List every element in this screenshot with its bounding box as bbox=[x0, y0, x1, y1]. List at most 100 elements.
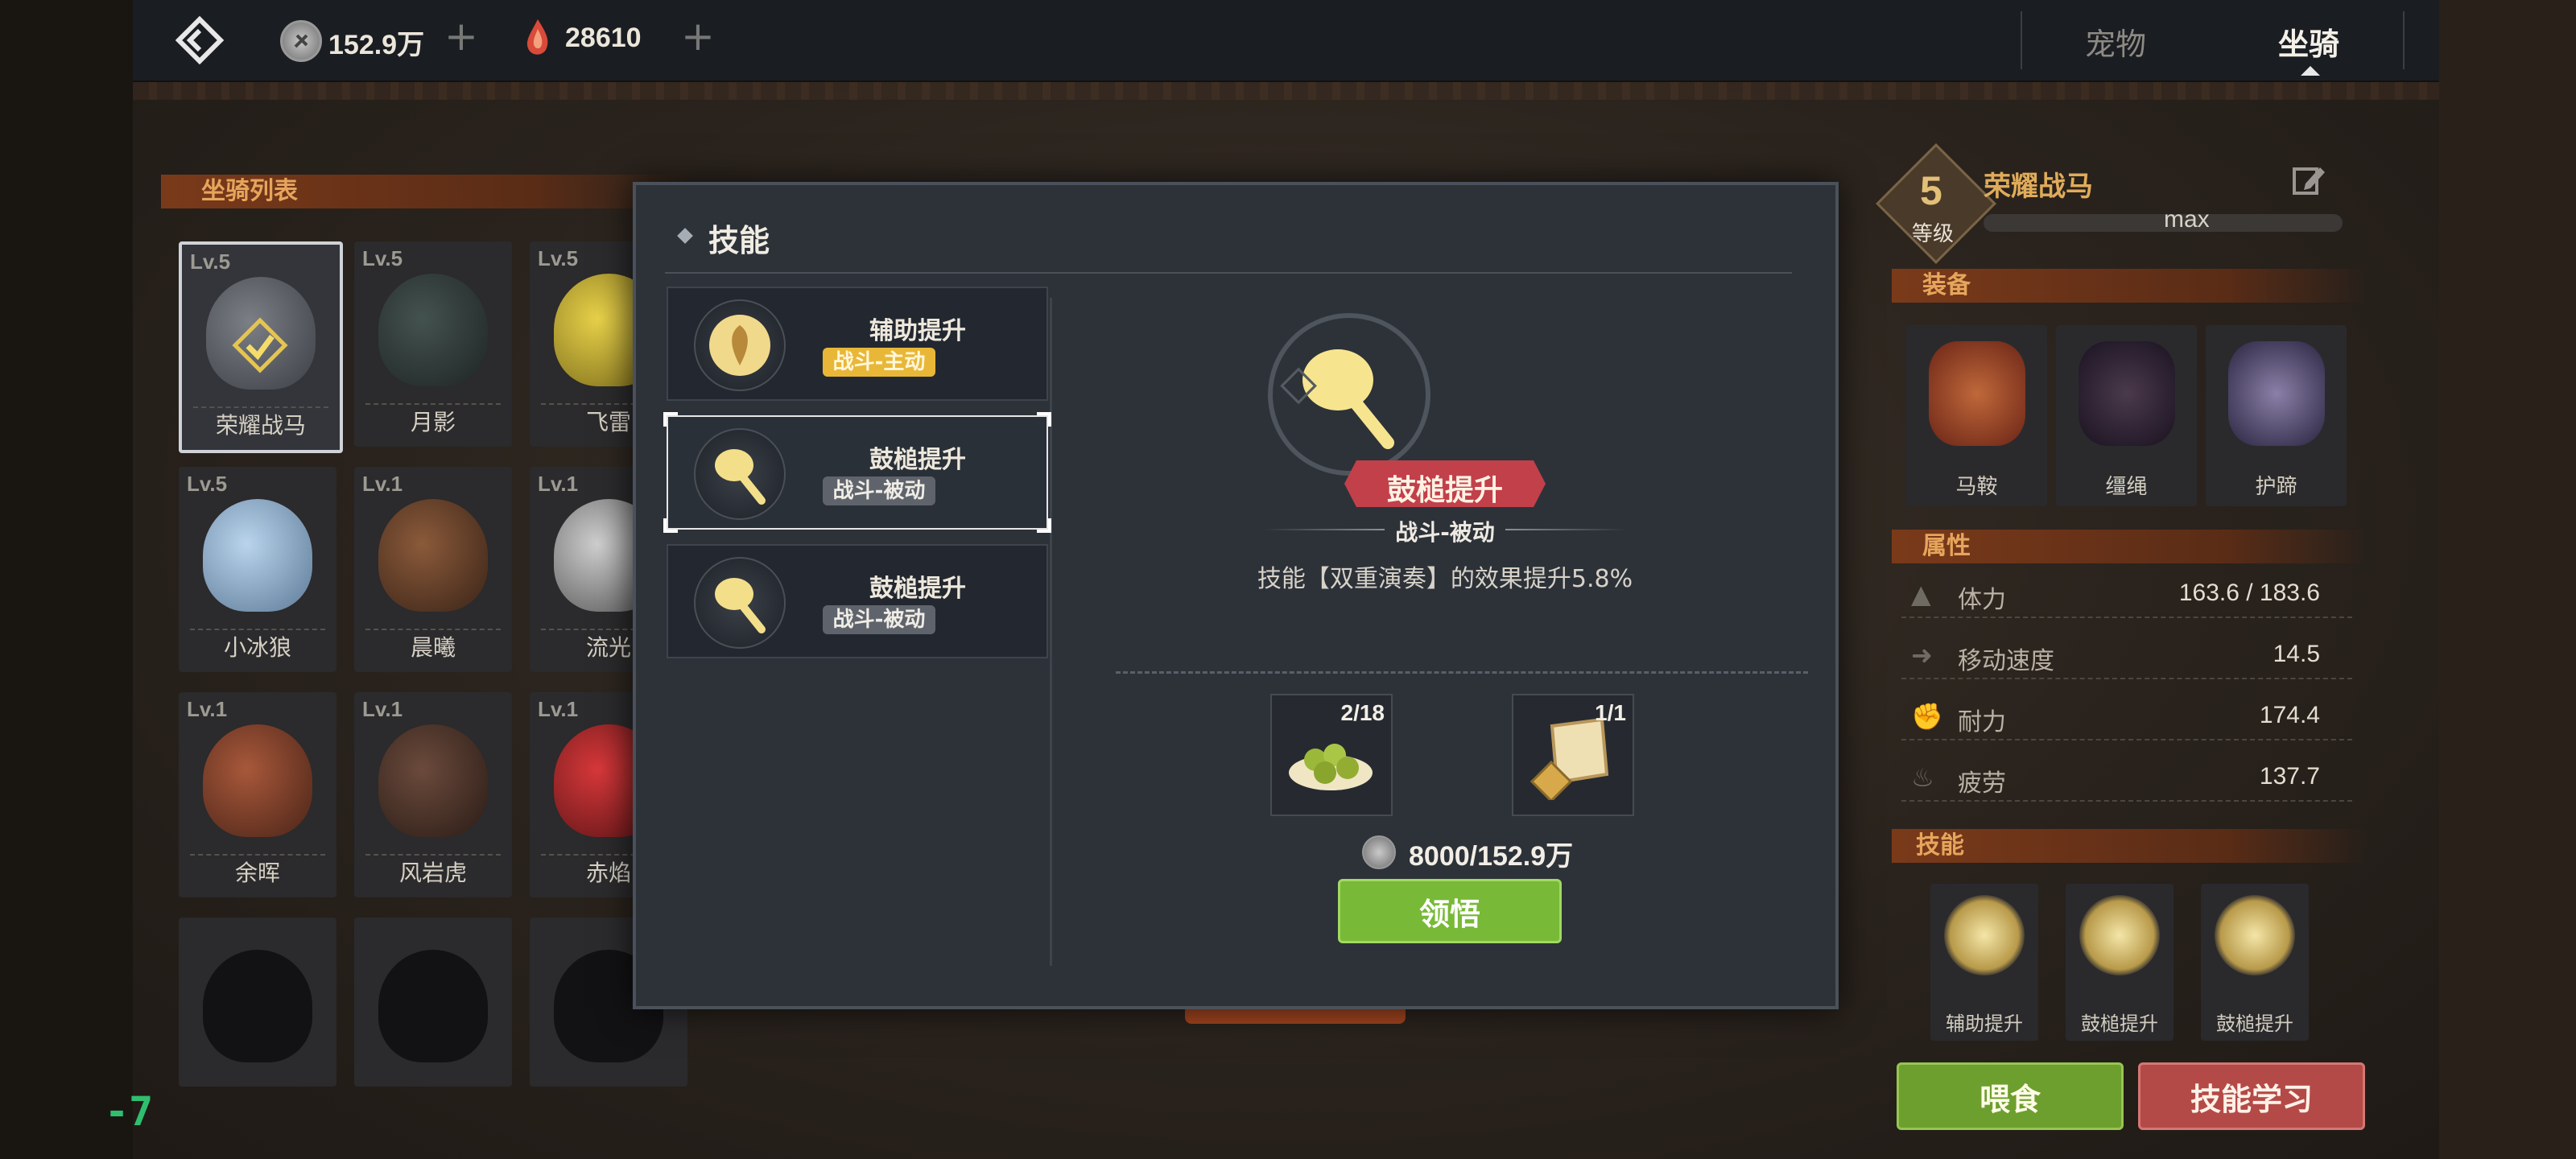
skill-list-item[interactable]: 鼓槌提升 战斗-被动 bbox=[667, 544, 1048, 658]
fatigue-icon: ♨ bbox=[1911, 762, 1934, 793]
equipment-label: 缰绳 bbox=[2105, 475, 2148, 499]
type-line-right bbox=[1505, 529, 1626, 530]
attributes-header: 属性 bbox=[1892, 530, 2367, 563]
mount-level: Lv.1 bbox=[362, 472, 403, 496]
stat-value: 163.6 / 183.6 bbox=[2178, 580, 2320, 606]
skill-item-name: 鼓槌提升 bbox=[869, 575, 966, 603]
drumstick-icon bbox=[694, 428, 786, 520]
mount-card[interactable]: Lv.1 风岩虎 bbox=[354, 692, 512, 897]
coin-amount: 152.9万 bbox=[328, 30, 425, 60]
gem-amount: 28610 bbox=[565, 23, 642, 53]
equipment-label: 马鞍 bbox=[1955, 475, 1998, 499]
selection-corner bbox=[663, 412, 678, 427]
mount-name: 余晖 bbox=[234, 860, 280, 886]
mount-card[interactable]: Lv.5 荣耀战马 bbox=[179, 241, 343, 453]
mount-card[interactable]: Lv.5 月影 bbox=[354, 241, 512, 447]
mount-portrait bbox=[203, 724, 312, 837]
mount-level: Lv.5 bbox=[538, 246, 579, 270]
stat-key: 体力 bbox=[1958, 586, 2006, 614]
skill-item-name: 鼓槌提升 bbox=[869, 446, 966, 474]
mount-list-title: 坐骑列表 bbox=[201, 177, 298, 205]
equipment-slot[interactable]: 缰绳 bbox=[2056, 325, 2197, 506]
mount-card[interactable]: Lv.5 小冰狼 bbox=[179, 467, 336, 672]
mount-card[interactable]: Lv.1 晨曦 bbox=[354, 467, 512, 672]
exp-bar bbox=[1984, 214, 2343, 232]
skill-modal: 技能 辅助提升 战斗-主动 鼓槌提升 战斗-被动 鼓槌提升 战斗-被动 ◇ 鼓槌… bbox=[633, 182, 1839, 1009]
active-tab-indicator bbox=[2301, 66, 2320, 76]
background-left bbox=[0, 0, 133, 1159]
reins-icon bbox=[2079, 341, 2175, 446]
skill-slot[interactable]: 鼓槌提升 bbox=[2066, 884, 2174, 1041]
mount-level: Lv.5 bbox=[362, 246, 403, 270]
level-label: 等级 bbox=[1912, 222, 1955, 246]
skill-list-item[interactable]: 辅助提升 战斗-主动 bbox=[667, 287, 1048, 401]
material-slot[interactable]: 1/1 bbox=[1512, 694, 1634, 816]
speed-icon: ➜ bbox=[1911, 640, 1933, 670]
emblem-ornament-left: ◇ bbox=[1280, 354, 1318, 410]
mount-name: 小冰狼 bbox=[223, 634, 291, 661]
back-icon[interactable] bbox=[175, 15, 225, 65]
equipment-title: 装备 bbox=[1922, 271, 1971, 299]
mount-level-number: 5 bbox=[1920, 168, 1942, 213]
locked-mount-card[interactable] bbox=[354, 918, 512, 1087]
gem-icon bbox=[522, 18, 554, 58]
equipment-label: 护蹄 bbox=[2255, 475, 2297, 499]
tab-mounts[interactable]: 坐骑 bbox=[2278, 19, 2339, 64]
material-count: 2/18 bbox=[1340, 700, 1385, 725]
add-coins-icon[interactable]: + bbox=[444, 16, 478, 56]
skill-item-name: 辅助提升 bbox=[869, 317, 966, 345]
skill-slot[interactable]: 鼓槌提升 bbox=[2201, 884, 2309, 1041]
mount-card[interactable]: Lv.1 余晖 bbox=[179, 692, 336, 897]
modal-title-divider bbox=[665, 272, 1792, 274]
stat-row: ♨ 疲劳 137.7 bbox=[1901, 755, 2352, 802]
material-slot[interactable]: 2/18 bbox=[1270, 694, 1393, 816]
skill-list-item[interactable]: 鼓槌提升 战斗-被动 bbox=[663, 412, 1051, 533]
modal-title-icon bbox=[677, 228, 693, 244]
skill-learn-button[interactable]: 技能学习 bbox=[2138, 1062, 2365, 1130]
selection-corner bbox=[663, 518, 678, 533]
drumstick-icon bbox=[2079, 895, 2160, 975]
locked-mount-card[interactable] bbox=[179, 918, 336, 1087]
feed-button[interactable]: 喂食 bbox=[1897, 1062, 2124, 1130]
debug-counter: -7 bbox=[105, 1088, 154, 1135]
comprehend-button[interactable]: 领悟 bbox=[1338, 879, 1562, 943]
attributes-title: 属性 bbox=[1922, 532, 1971, 560]
equipment-slot[interactable]: 护蹄 bbox=[2206, 325, 2347, 506]
stat-key: 移动速度 bbox=[1958, 647, 2054, 675]
tab-pets[interactable]: 宠物 bbox=[2085, 19, 2146, 64]
mount-portrait bbox=[378, 274, 488, 386]
mount-level: Lv.5 bbox=[190, 250, 231, 274]
exp-text: max bbox=[2164, 206, 2210, 233]
edit-icon[interactable] bbox=[2291, 163, 2326, 198]
equipment-slot[interactable]: 马鞍 bbox=[1906, 325, 2047, 506]
stat-key: 耐力 bbox=[1958, 708, 2006, 736]
skills-title: 技能 bbox=[1916, 831, 1964, 860]
tab-divider-right bbox=[2403, 11, 2405, 69]
background-stripe bbox=[133, 80, 2439, 100]
mount-level: Lv.1 bbox=[538, 472, 579, 496]
locked-silhouette bbox=[378, 950, 488, 1062]
skill-label: 鼓槌提升 bbox=[2081, 1013, 2158, 1035]
locked-silhouette bbox=[203, 950, 312, 1062]
mount-level: Lv.1 bbox=[187, 697, 228, 721]
skill-slot[interactable]: 辅助提升 bbox=[1930, 884, 2038, 1041]
stat-key: 疲劳 bbox=[1958, 769, 2006, 798]
skills-header: 技能 bbox=[1892, 829, 2367, 863]
materials-divider bbox=[1116, 671, 1808, 674]
selected-skill-type: 战斗-被动 bbox=[1395, 519, 1495, 546]
saddle-icon bbox=[1929, 341, 2025, 446]
mount-portrait bbox=[378, 499, 488, 612]
mount-level: Lv.5 bbox=[187, 472, 228, 496]
mount-portrait bbox=[378, 724, 488, 837]
mount-name: 晨曦 bbox=[410, 634, 456, 661]
skill-label: 辅助提升 bbox=[1946, 1013, 2023, 1035]
support-boost-icon bbox=[1944, 895, 2025, 975]
olive-plate-icon bbox=[1285, 723, 1377, 795]
drumstick-icon bbox=[2215, 895, 2295, 975]
coin-icon bbox=[280, 20, 322, 62]
cost-text: 8000/152.9万 bbox=[1409, 841, 1574, 872]
stamina-icon: ▲ bbox=[1911, 579, 1931, 609]
add-gems-icon[interactable]: + bbox=[681, 16, 715, 56]
mount-portrait bbox=[203, 499, 312, 612]
stat-row: ▲ 体力 163.6 / 183.6 bbox=[1901, 571, 2352, 618]
